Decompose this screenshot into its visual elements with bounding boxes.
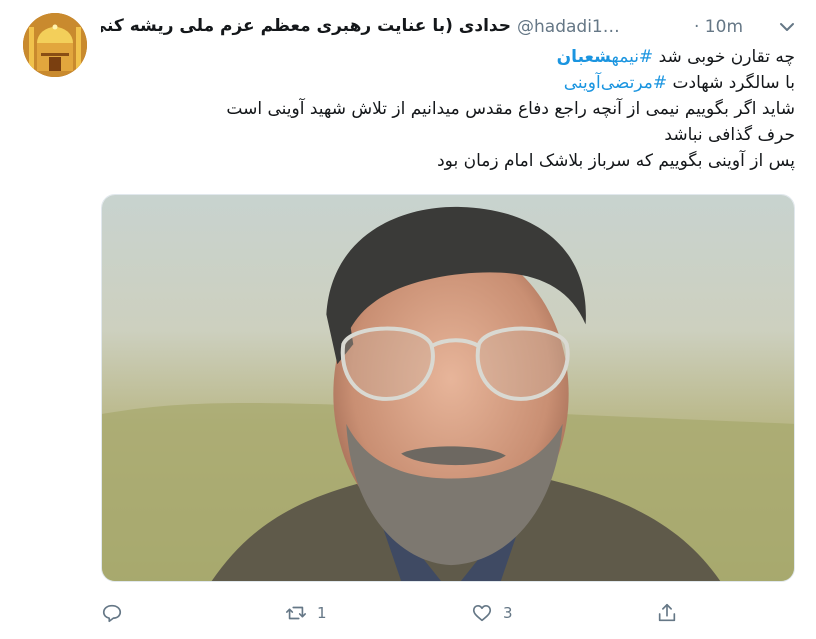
hashtag-link[interactable]: #مرتضی‌آوینی [564,73,667,93]
tweet-text: چه تقارن خوبی شد #نیمهشعبان با سالگرد شه… [103,44,795,174]
reply-button[interactable] [101,598,133,628]
retweet-icon [286,606,306,620]
shrine-dome-avatar-icon [23,13,87,77]
tweet-text-line: پس از آوینی بگوییم که سرباز بلاشک امام ز… [437,151,795,171]
hashtag-bold-text: شعبان [556,47,612,67]
tweet-text-line: حرف گذافی نباشد [664,125,795,145]
tweet-text-line: چه تقارن خوبی شد #نیمهشعبان [103,44,795,70]
tweet-actions: 1 3 [101,598,795,628]
like-count: 3 [503,604,513,622]
author-display-name[interactable]: حدادی (با عنایت رهبری معظم عزم ملی ریشه … [101,16,511,36]
retweet-button[interactable]: 1 [285,598,327,628]
heart-icon [472,605,492,622]
tweet-timestamp[interactable]: · 10m [694,17,743,37]
share-button[interactable] [656,598,688,628]
tweet-header: حدادی (با عنایت رهبری معظم عزم ملی ریشه … [101,14,799,40]
hashtag-text: #نیمه [611,47,654,67]
reply-icon [102,604,122,623]
tweet-text-line: با سالگرد شهادت #مرتضی‌آوینی [103,70,795,96]
author-handle[interactable]: @hadadi1… [517,17,620,37]
tweet-photo[interactable] [101,194,795,582]
avatar[interactable] [23,13,87,77]
portrait-photo-icon [102,195,794,581]
tweet-text-segment: چه تقارن خوبی شد [653,47,795,67]
tweet-text-line: شاید اگر بگوییم نیمی از آنچه راجع دفاع م… [226,99,795,119]
like-button[interactable]: 3 [471,598,513,628]
retweet-count: 1 [317,604,327,622]
share-icon [658,603,676,622]
hashtag-link[interactable]: #نیمهشعبان [557,47,654,67]
chevron-down-icon[interactable] [777,18,797,36]
tweet-text-segment: با سالگرد شهادت [667,73,795,93]
